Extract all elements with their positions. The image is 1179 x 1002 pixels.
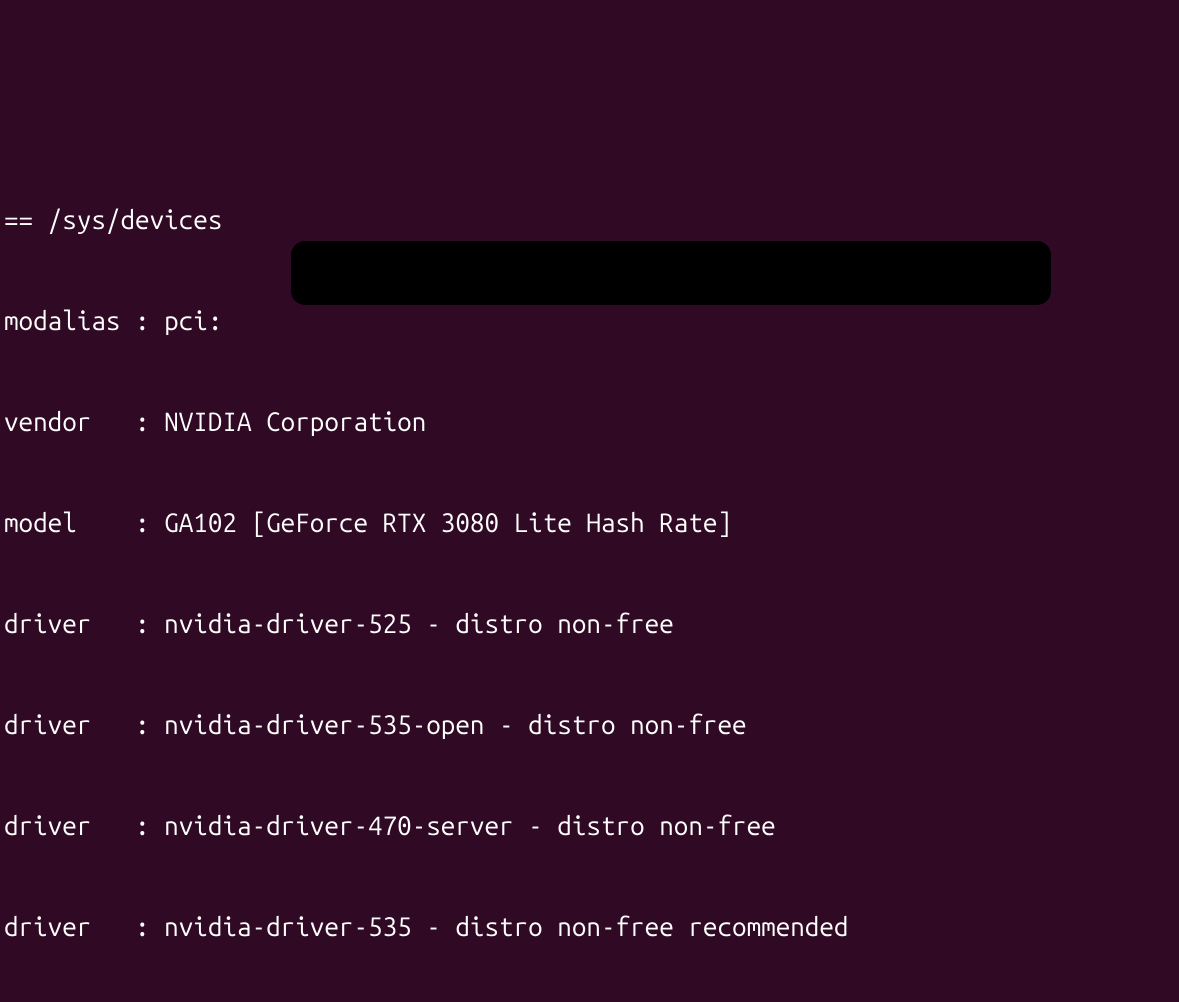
redacted-block bbox=[204, 205, 1051, 339]
device-path-prefix: == /sys/devices bbox=[4, 203, 222, 237]
terminal-output: == /sys/devices modalias : pci: vendor :… bbox=[0, 135, 1179, 1002]
field-vendor: vendor : NVIDIA Corporation bbox=[4, 405, 1175, 438]
field-model: model : GA102 [GeForce RTX 3080 Lite Has… bbox=[4, 506, 1175, 539]
field-driver: driver : nvidia-driver-525 - distro non-… bbox=[4, 607, 1175, 640]
field-driver: driver : nvidia-driver-535 - distro non-… bbox=[4, 910, 1175, 943]
field-driver: driver : nvidia-driver-470-server - dist… bbox=[4, 809, 1175, 842]
device-path-line: == /sys/devices bbox=[4, 203, 1175, 236]
field-driver: driver : nvidia-driver-535-open - distro… bbox=[4, 708, 1175, 741]
